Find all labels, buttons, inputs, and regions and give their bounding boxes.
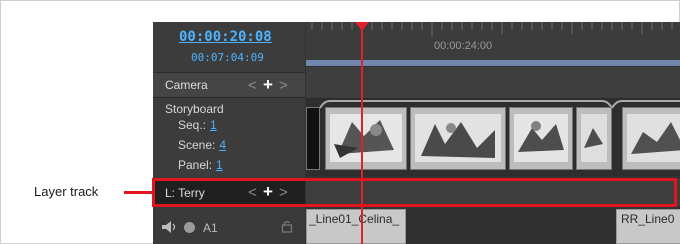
camera-track-label: Camera [165,78,208,92]
sequence-link[interactable]: 1 [210,118,217,132]
audio-clip-label: _Line01_Celina_ [309,212,400,226]
timecode-display: 00:00:20:08 00:07:04:09 [153,22,305,73]
next-keyframe-button[interactable]: > [279,77,289,94]
panel-thumbnail [514,114,568,162]
layer-track-highlight [152,178,677,207]
storyboard-panel-5[interactable] [622,107,680,170]
lock-icon[interactable] [281,219,293,233]
timeline-view: 00:00:20:08 00:07:04:09 Camera < + > Sto… [153,22,680,244]
panel-thumbnail [330,114,402,162]
panel-thumbnail [627,114,680,162]
panel-thumbnail [581,114,607,162]
storyboard-panel-2[interactable] [410,107,506,170]
callout-line [124,191,152,194]
audio-track-header[interactable]: A1 [153,209,305,244]
current-timecode[interactable]: 00:00:20:08 [179,29,272,45]
panel-thumbnail [415,114,501,162]
record-icon[interactable] [183,221,196,234]
playhead-handle[interactable] [355,22,369,31]
track-header-panel: 00:00:20:08 00:07:04:09 Camera < + > Sto… [153,22,305,244]
scene-link[interactable]: 4 [219,138,226,152]
speaker-icon[interactable] [161,220,177,234]
audio-clip-2[interactable]: RR_Line0 [616,209,680,244]
ruler-time-marker: 00:00:24:00 [434,40,493,52]
sequence-label: Seq.: [178,118,207,132]
total-duration: 00:07:04:09 [191,51,264,64]
audio-clip-label: RR_Line0 [621,212,675,226]
previous-keyframe-button[interactable]: < [248,77,258,94]
storyboard-panel-4[interactable] [576,107,612,170]
audio-clip-1[interactable]: _Line01_Celina_ [306,209,406,244]
scene-label: Scene: [178,138,216,152]
storyboard-panel-1[interactable] [325,107,407,170]
storyboard-panel-3[interactable] [509,107,573,170]
sequence-row: Seq.: 1 [178,118,217,132]
storyboard-title: Storyboard [165,102,224,116]
playhead[interactable] [361,22,363,244]
audio-track-label: A1 [203,221,218,235]
storyboard-panel-prev[interactable] [306,107,320,170]
add-keyframe-button[interactable]: + [263,75,274,94]
callout-label: Layer track [34,184,99,199]
camera-track-header[interactable]: Camera < + > [153,73,305,98]
scene-row: Scene: 4 [178,138,226,152]
panel-label: Panel: [178,158,213,172]
storyboard-track-header: Storyboard Seq.: 1 Scene: 4 Panel: 1 [153,98,305,176]
panel-link[interactable]: 1 [216,158,223,172]
panel-row: Panel: 1 [178,158,223,172]
camera-keyframe-controls: < + > [248,75,289,95]
